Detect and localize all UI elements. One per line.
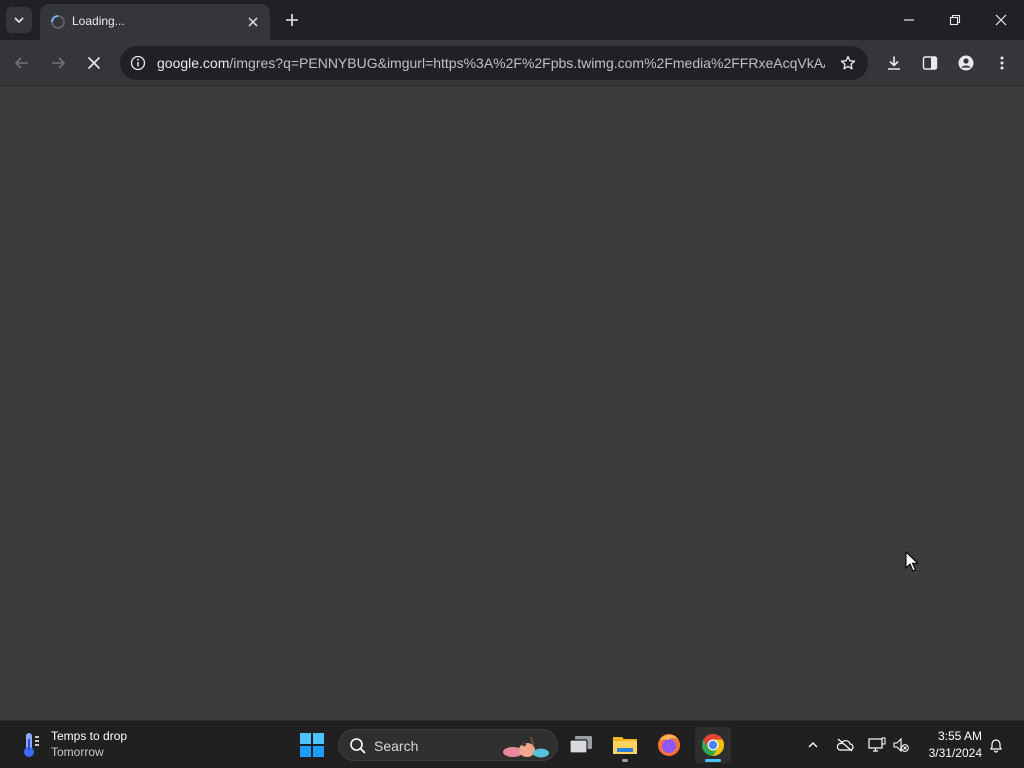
url-text[interactable]: google.com/imgres?q=PENNYBUG&imgurl=http… [157,55,825,71]
folder-icon [613,737,637,754]
back-button[interactable] [8,49,36,77]
arrow-left-icon [14,57,28,69]
new-tab-button[interactable] [280,8,304,32]
download-icon [888,56,900,70]
firefox-icon [658,734,680,756]
cloud-off-icon [836,738,854,752]
minimize-button[interactable] [886,0,932,40]
taskbar-task-view[interactable] [563,727,599,763]
mouse-cursor-icon [905,551,919,572]
menu-button[interactable] [989,50,1015,76]
volume-muted-icon [893,737,909,753]
task-view-icon [569,736,592,754]
close-icon [87,56,101,70]
plus-icon [286,14,298,26]
volume-tray-button[interactable] [889,733,913,757]
screen: Loading... google.com/imgres?q=PENNYBUG&… [0,0,1024,768]
clock-time[interactable]: 3:55 AM [912,729,982,743]
network-tray-button[interactable] [865,733,889,757]
thermometer-icon[interactable] [18,731,42,759]
tab-close-button[interactable] [244,13,262,31]
chrome-icon [702,734,724,756]
weather-subtitle[interactable]: Tomorrow [51,745,104,759]
forward-button[interactable] [44,49,72,77]
taskbar-file-explorer[interactable] [607,727,643,763]
profile-button[interactable] [953,50,979,76]
network-icon [868,737,886,752]
arrow-right-icon [52,57,66,69]
show-hidden-icons-button[interactable] [801,733,825,757]
onedrive-tray-button[interactable] [833,733,857,757]
browser-tab[interactable]: Loading... [40,4,270,40]
info-icon [130,55,146,71]
restore-button[interactable] [932,0,978,40]
close-icon [248,17,258,27]
chevron-up-icon [808,742,818,748]
taskbar-chrome[interactable] [695,727,731,763]
chevron-down-icon [14,17,24,24]
notifications-button[interactable] [984,733,1008,757]
bell-icon [990,739,1002,753]
loading-spinner-icon [51,15,65,29]
weather-title[interactable]: Temps to drop [51,729,127,743]
running-indicator [622,759,628,762]
close-window-button[interactable] [978,0,1024,40]
address-bar[interactable]: google.com/imgres?q=PENNYBUG&imgurl=http… [120,46,868,80]
clock-date[interactable]: 3/31/2024 [912,746,982,760]
browser-toolbar: google.com/imgres?q=PENNYBUG&imgurl=http… [0,40,1024,86]
tab-search-button[interactable] [6,7,32,33]
tab-strip: Loading... [0,0,1024,40]
downloads-button[interactable] [881,50,907,76]
star-icon [840,55,856,70]
stop-loading-button[interactable] [80,49,108,77]
restore-icon [949,14,961,26]
search-highlight-icon [503,736,549,758]
active-indicator [705,759,721,762]
profile-icon [958,55,974,71]
bookmark-button[interactable] [838,53,858,73]
search-placeholder: Search [374,738,419,754]
side-panel-button[interactable] [917,50,943,76]
page-content [0,86,1024,720]
taskbar-firefox[interactable] [651,727,687,763]
taskbar-search[interactable]: Search [338,729,558,761]
url-host: google.com [157,55,230,71]
minimize-icon [904,19,914,21]
more-vertical-icon [1000,56,1004,70]
url-path: /imgres?q=PENNYBUG&imgurl=https%3A%2F%2F… [229,55,825,71]
close-icon [995,14,1007,26]
side-panel-icon [922,56,938,70]
taskbar: Temps to drop Tomorrow Search 3:55 AM 3/… [0,720,1024,768]
tab-title: Loading... [72,14,125,28]
search-icon [350,738,366,754]
site-info-button[interactable] [128,53,148,73]
windows-start-icon[interactable] [298,731,326,759]
